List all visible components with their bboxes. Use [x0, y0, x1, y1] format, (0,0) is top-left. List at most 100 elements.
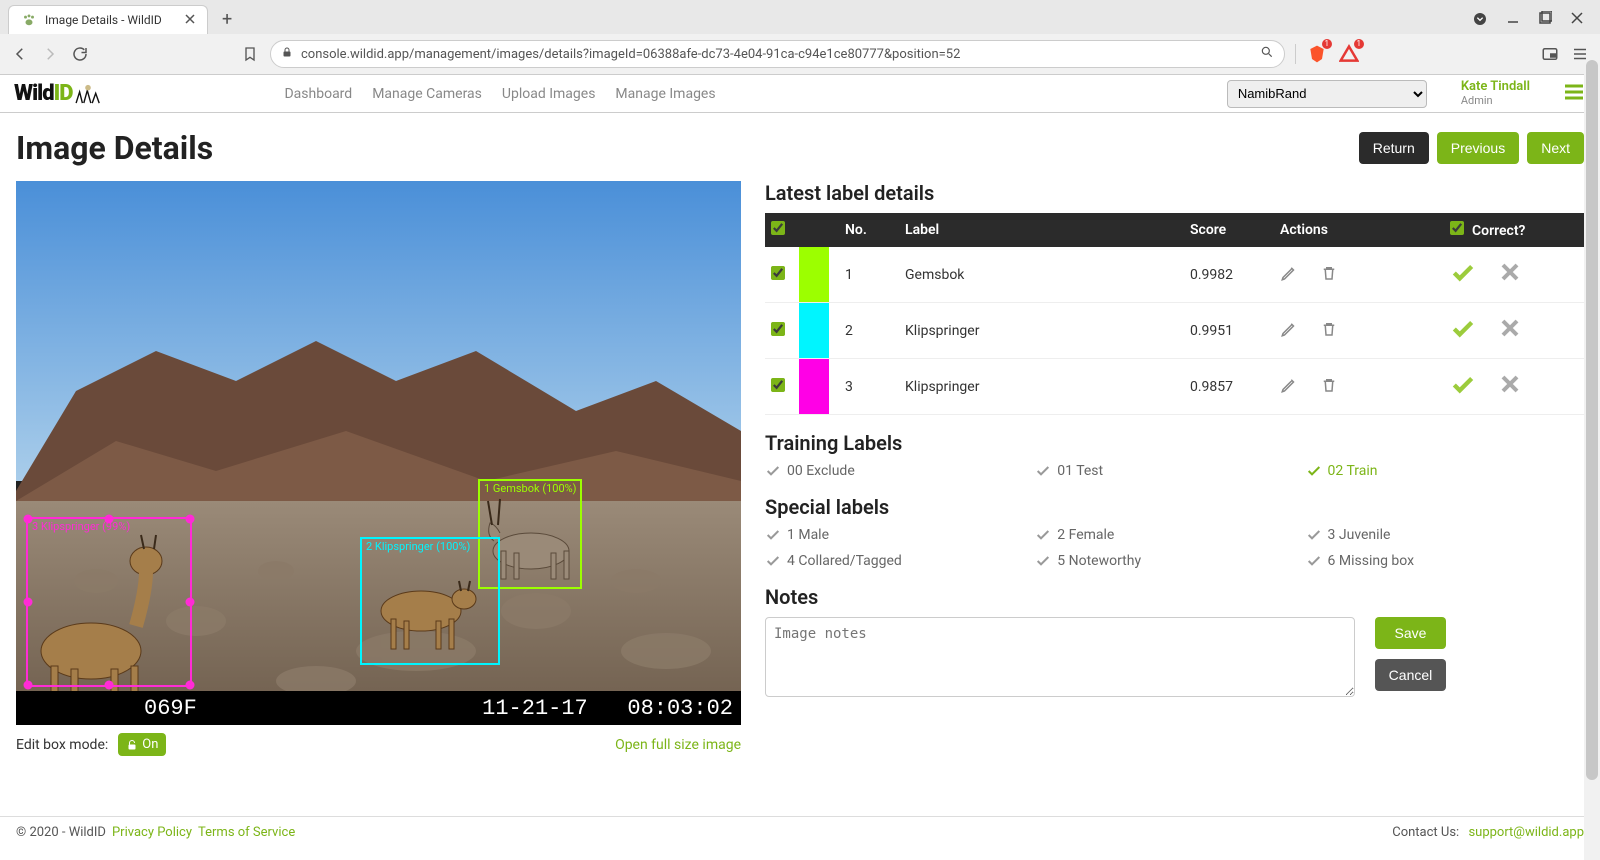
window-maximize-icon[interactable] — [1538, 11, 1552, 27]
row-label: Gemsbok — [899, 247, 1184, 303]
correct-yes-icon[interactable] — [1450, 260, 1476, 290]
col-actions: Actions — [1274, 213, 1444, 247]
correct-all-checkbox[interactable] — [1450, 221, 1464, 235]
training-test[interactable]: 01 Test — [1035, 463, 1305, 479]
url-text: console.wildid.app/management/images/det… — [301, 47, 1252, 62]
user-block[interactable]: Kate Tindall Admin — [1461, 80, 1530, 106]
col-no: No. — [839, 213, 899, 247]
select-all-checkbox[interactable] — [771, 221, 785, 235]
nav-cameras[interactable]: Manage Cameras — [372, 86, 482, 102]
special-noteworthy[interactable]: 5 Noteworthy — [1035, 553, 1305, 569]
zoom-icon[interactable] — [1260, 45, 1274, 63]
row-checkbox[interactable] — [771, 266, 785, 280]
delete-icon[interactable] — [1320, 376, 1338, 398]
delete-icon[interactable] — [1320, 320, 1338, 342]
row-checkbox[interactable] — [771, 322, 785, 336]
labels-heading: Latest label details — [765, 181, 1584, 205]
color-swatch — [799, 303, 829, 358]
correct-no-icon[interactable] — [1498, 260, 1522, 290]
new-tab-button[interactable]: + — [216, 7, 238, 32]
special-collared[interactable]: 4 Collared/Tagged — [765, 553, 1035, 569]
row-no: 3 — [839, 359, 899, 415]
nav-forward-icon — [40, 44, 60, 64]
col-score: Score — [1184, 213, 1274, 247]
row-checkbox[interactable] — [771, 378, 785, 392]
nav-back-icon[interactable] — [10, 44, 30, 64]
brave-shield-icon[interactable]: 1 — [1306, 43, 1328, 65]
open-full-link[interactable]: Open full size image — [615, 737, 741, 753]
special-male[interactable]: 1 Male — [765, 527, 1035, 543]
footer-terms[interactable]: Terms of Service — [198, 825, 295, 840]
edit-mode-toggle[interactable]: On — [118, 733, 166, 756]
scrollbar[interactable] — [1584, 60, 1600, 860]
correct-yes-icon[interactable] — [1450, 316, 1476, 346]
pip-icon[interactable] — [1540, 44, 1560, 64]
special-heading: Special labels — [765, 495, 1584, 519]
nav-dashboard[interactable]: Dashboard — [284, 86, 352, 102]
nav-reload-icon[interactable] — [70, 44, 90, 64]
training-train[interactable]: 02 Train — [1306, 463, 1576, 479]
project-select[interactable]: NamibRand — [1227, 80, 1427, 108]
row-score: 0.9951 — [1184, 303, 1274, 359]
lock-icon — [281, 46, 293, 62]
app-header: WildID Dashboard Manage Cameras Upload I… — [0, 75, 1600, 113]
edit-icon[interactable] — [1280, 376, 1298, 398]
labels-table: No. Label Score Actions Correct? 1Gemsbo… — [765, 213, 1584, 415]
cancel-button[interactable]: Cancel — [1375, 659, 1447, 691]
edit-mode-label: Edit box mode: — [16, 737, 108, 753]
correct-no-icon[interactable] — [1498, 316, 1522, 346]
row-label: Klipspringer — [899, 359, 1184, 415]
hamburger-icon[interactable] — [1562, 80, 1586, 108]
window-minimize-icon[interactable] — [1506, 11, 1520, 27]
table-row: 2Klipspringer0.9951 — [765, 303, 1584, 359]
page-title: Image Details — [16, 129, 213, 167]
tab-close-icon[interactable] — [185, 13, 195, 27]
save-button[interactable]: Save — [1375, 617, 1447, 649]
annotated-image[interactable]: 1 Gemsbok (100%) 2 Klipspringer (100%) 3… — [16, 181, 741, 725]
footer-copyright: © 2020 - WildID — [16, 825, 106, 840]
footer-privacy[interactable]: Privacy Policy — [112, 825, 192, 840]
color-swatch — [799, 247, 829, 302]
logo[interactable]: WildID — [14, 81, 102, 106]
favicon-icon — [21, 12, 37, 28]
table-row: 1Gemsbok0.9982 — [765, 247, 1584, 303]
row-no: 1 — [839, 247, 899, 303]
bbox-3[interactable]: 3 Klipspringer (99%) — [26, 517, 192, 687]
next-button[interactable]: Next — [1527, 132, 1584, 164]
delete-icon[interactable] — [1320, 264, 1338, 286]
notes-heading: Notes — [765, 585, 1584, 609]
nav-upload[interactable]: Upload Images — [502, 86, 596, 102]
bbox-3-tag: 3 Klipspringer (99%) — [28, 519, 134, 534]
color-swatch — [799, 359, 829, 414]
edit-icon[interactable] — [1280, 320, 1298, 342]
window-account-icon[interactable] — [1472, 11, 1488, 27]
col-label: Label — [899, 213, 1184, 247]
row-label: Klipspringer — [899, 303, 1184, 359]
temperature: 069F — [144, 696, 197, 721]
training-heading: Training Labels — [765, 431, 1584, 455]
footer-email[interactable]: support@wildid.app — [1468, 825, 1584, 840]
correct-no-icon[interactable] — [1498, 372, 1522, 402]
nav-manage[interactable]: Manage Images — [615, 86, 715, 102]
browser-chrome: Image Details - WildID + console.wildid.… — [0, 0, 1600, 75]
bbox-1-tag: 1 Gemsbok (100%) — [480, 481, 581, 496]
extension-warning-icon[interactable]: 1 — [1338, 43, 1360, 65]
return-button[interactable]: Return — [1359, 132, 1429, 164]
edit-icon[interactable] — [1280, 264, 1298, 286]
special-missing[interactable]: 6 Missing box — [1306, 553, 1576, 569]
table-row: 3Klipspringer0.9857 — [765, 359, 1584, 415]
browser-tab[interactable]: Image Details - WildID — [8, 5, 208, 34]
training-exclude[interactable]: 00 Exclude — [765, 463, 1035, 479]
notes-textarea[interactable] — [765, 617, 1355, 697]
address-bar[interactable]: console.wildid.app/management/images/det… — [270, 40, 1285, 68]
correct-yes-icon[interactable] — [1450, 372, 1476, 402]
window-close-icon[interactable] — [1570, 11, 1584, 27]
previous-button[interactable]: Previous — [1437, 132, 1519, 164]
bookmark-icon[interactable] — [240, 44, 260, 64]
row-no: 2 — [839, 303, 899, 359]
special-female[interactable]: 2 Female — [1035, 527, 1305, 543]
image-footer: 069F 11-21-17 08:03:02 — [16, 691, 741, 725]
bbox-2-tag: 2 Klipspringer (100%) — [362, 539, 474, 554]
bbox-2[interactable]: 2 Klipspringer (100%) — [360, 537, 500, 665]
special-juvenile[interactable]: 3 Juvenile — [1306, 527, 1576, 543]
